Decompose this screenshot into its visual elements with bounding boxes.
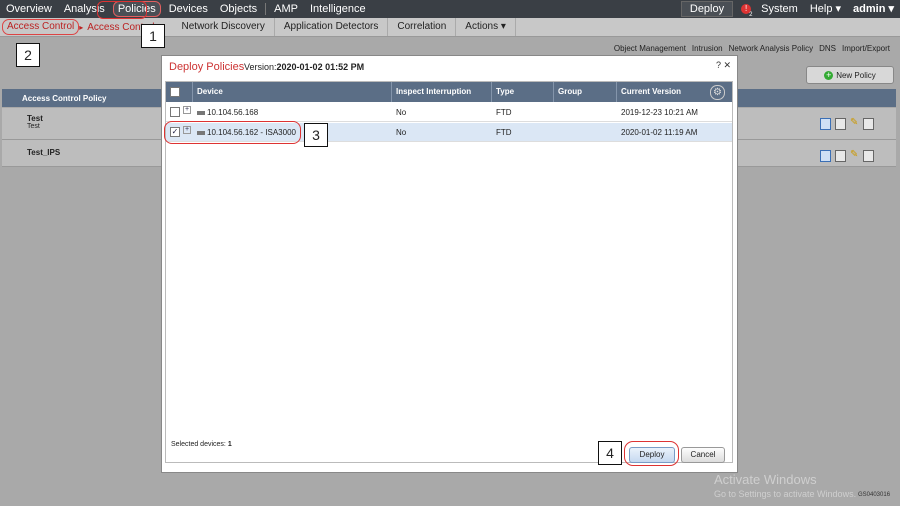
policy-sublinks: Object Management Intrusion Network Anal… bbox=[614, 44, 890, 53]
device-name: 10.104.56.168 bbox=[197, 108, 258, 117]
col-group[interactable]: Group bbox=[558, 87, 582, 96]
link-network-analysis-policy[interactable]: Network Analysis Policy bbox=[729, 44, 813, 53]
device-row-highlight bbox=[164, 121, 301, 144]
secondary-nav: Access Control ▸ Access Control Network … bbox=[0, 18, 900, 37]
nav-objects[interactable]: Objects bbox=[214, 0, 263, 18]
device-current-version: 2019-12-23 10:21 AM bbox=[621, 108, 698, 117]
dialog-version: Version:2020-01-02 01:52 PM bbox=[244, 62, 364, 72]
column-divider bbox=[391, 82, 392, 102]
alert-icon[interactable]: ! 2 bbox=[741, 4, 752, 18]
policy-name: Test bbox=[27, 114, 43, 123]
link-import-export[interactable]: Import/Export bbox=[842, 44, 890, 53]
policies-highlight bbox=[97, 1, 147, 19]
selected-devices: Selected devices: 1 bbox=[171, 441, 232, 448]
col-type[interactable]: Type bbox=[496, 87, 514, 96]
selected-devices-label: Selected devices: bbox=[171, 441, 226, 448]
copy-icon[interactable] bbox=[820, 118, 831, 130]
new-policy-button[interactable]: + New Policy bbox=[806, 66, 894, 84]
device-current-version: 2020-01-02 11:19 AM bbox=[621, 128, 698, 137]
column-divider bbox=[553, 82, 554, 102]
step-callout-2: 2 bbox=[16, 43, 40, 67]
top-deploy-button[interactable]: Deploy bbox=[680, 1, 734, 17]
gear-icon[interactable]: ⚙ bbox=[710, 85, 725, 100]
policy-description: Test bbox=[27, 123, 40, 130]
column-divider bbox=[192, 82, 193, 102]
device-checkbox[interactable] bbox=[170, 107, 180, 117]
nav-devices[interactable]: Devices bbox=[163, 0, 214, 18]
nav-system[interactable]: System bbox=[755, 0, 804, 18]
top-nav-right: Deploy ! 2 System Help ▾ admin ▾ bbox=[680, 0, 900, 18]
policy-row-actions: ✎ bbox=[820, 118, 874, 130]
column-divider bbox=[616, 82, 617, 102]
step-callout-3: 3 bbox=[304, 123, 328, 147]
device-type: FTD bbox=[496, 108, 512, 117]
device-table-header: Device Inspect Interruption Type Group C… bbox=[166, 82, 732, 102]
device-type: FTD bbox=[496, 128, 512, 137]
link-dns[interactable]: DNS bbox=[819, 44, 836, 53]
nav-amp[interactable]: AMP bbox=[268, 0, 304, 18]
tab-actions[interactable]: Actions ▾ bbox=[456, 18, 516, 36]
version-label: Version: bbox=[244, 62, 277, 72]
deploy-policies-dialog: Deploy Policies Version:2020-01-02 01:52… bbox=[161, 55, 738, 473]
delete-icon[interactable] bbox=[863, 150, 874, 162]
new-policy-label: New Policy bbox=[836, 70, 876, 80]
nav-overview[interactable]: Overview bbox=[0, 0, 58, 18]
policy-name: Test_IPS bbox=[27, 148, 61, 157]
help-close-icons[interactable]: ? ✕ bbox=[716, 60, 731, 71]
edit-icon[interactable]: ✎ bbox=[850, 150, 859, 160]
image-code: GS0403016 bbox=[858, 492, 891, 498]
link-object-management[interactable]: Object Management bbox=[614, 44, 686, 53]
breadcrumb-access-control[interactable]: Access Control bbox=[2, 19, 80, 35]
expand-icon[interactable]: + bbox=[183, 106, 191, 114]
dialog-title: Deploy Policies bbox=[169, 61, 245, 73]
edit-icon[interactable]: ✎ bbox=[850, 118, 859, 128]
select-all-checkbox[interactable] bbox=[170, 87, 180, 97]
delete-icon[interactable] bbox=[863, 118, 874, 130]
report-icon[interactable] bbox=[835, 118, 846, 130]
copy-icon[interactable] bbox=[820, 150, 831, 162]
deploy-button-highlight bbox=[624, 441, 679, 466]
policy-table-header-label: Access Control Policy bbox=[22, 94, 107, 103]
cancel-button[interactable]: Cancel bbox=[681, 447, 725, 463]
link-intrusion[interactable]: Intrusion bbox=[692, 44, 723, 53]
step-callout-4: 4 bbox=[598, 441, 622, 465]
device-inspect: No bbox=[396, 128, 407, 137]
policy-row-actions: ✎ bbox=[820, 150, 874, 162]
column-divider bbox=[491, 82, 492, 102]
col-device[interactable]: Device bbox=[197, 87, 223, 96]
activate-windows-title: Activate Windows bbox=[714, 472, 817, 487]
col-current-version[interactable]: Current Version bbox=[621, 87, 681, 96]
nav-user-menu[interactable]: admin ▾ bbox=[847, 0, 900, 18]
nav-help[interactable]: Help ▾ bbox=[804, 0, 847, 18]
report-icon[interactable] bbox=[835, 150, 846, 162]
selected-devices-count: 1 bbox=[227, 441, 232, 448]
nav-separator bbox=[265, 3, 267, 15]
plus-icon: + bbox=[824, 69, 834, 80]
device-inspect: No bbox=[396, 108, 407, 117]
device-row[interactable]: + 10.104.56.168 No FTD 2019-12-23 10:21 … bbox=[166, 103, 732, 122]
col-inspect-interruption[interactable]: Inspect Interruption bbox=[396, 87, 471, 96]
tab-correlation[interactable]: Correlation bbox=[388, 18, 457, 36]
version-value: 2020-01-02 01:52 PM bbox=[276, 62, 365, 72]
tab-application-detectors[interactable]: Application Detectors bbox=[275, 18, 389, 36]
activate-windows-subtitle: Go to Settings to activate Windows. bbox=[714, 489, 857, 499]
nav-intelligence[interactable]: Intelligence bbox=[304, 0, 372, 18]
tab-network-discovery[interactable]: Network Discovery bbox=[173, 18, 275, 36]
step-callout-1: 1 bbox=[141, 24, 165, 48]
device-icon bbox=[197, 110, 205, 115]
